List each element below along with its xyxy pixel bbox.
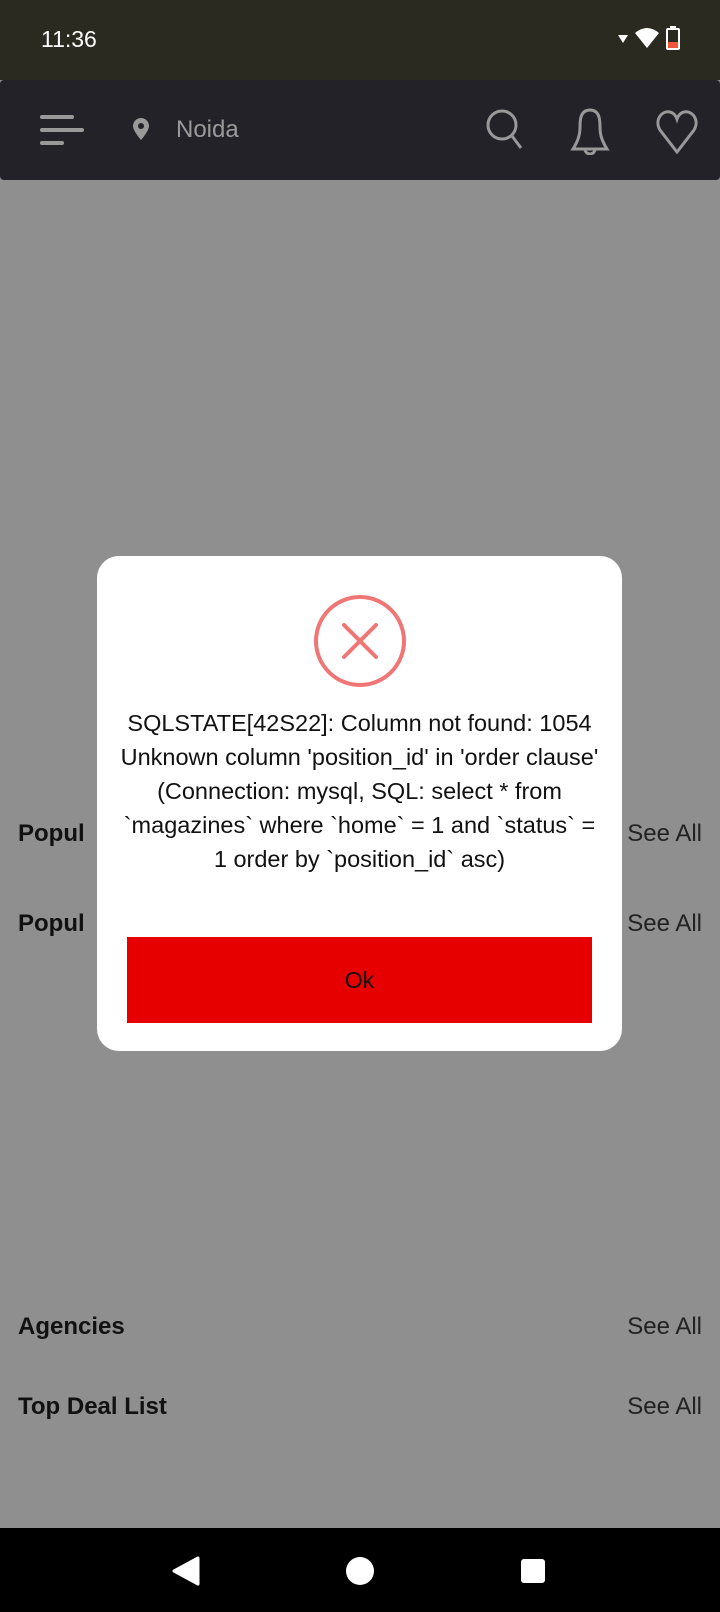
app-header: Noida [0,80,720,180]
back-icon[interactable] [172,1556,200,1586]
location-pin-icon [133,118,149,140]
error-x-icon [314,595,406,687]
see-all-link[interactable]: See All [627,1313,702,1341]
system-nav-bar [0,1528,720,1612]
section-title: Top Deal List [18,1393,167,1420]
wifi-icon [635,28,659,48]
section-title: Popul [18,910,85,937]
status-time: 11:36 [41,26,97,52]
see-all-link[interactable]: See All [627,1393,702,1421]
error-message: SQLSTATE[42S22]: Column not found: 1054 … [120,710,599,872]
location-label[interactable]: Noida [176,116,239,144]
section-title: Popul [18,820,85,847]
battery-low-icon [666,26,680,50]
bell-icon[interactable] [570,107,610,155]
section-top-deal-list: Top Deal List See All [18,1393,702,1421]
error-dialog: SQLSTATE[42S22]: Column not found: 1054 … [97,556,622,1051]
section-title: Agencies [18,1313,125,1340]
see-all-link[interactable]: See All [627,820,702,848]
search-icon[interactable] [485,108,525,152]
see-all-link[interactable]: See All [627,910,702,938]
status-bar: 11:36 [0,0,720,80]
section-agencies: Agencies See All [18,1313,702,1341]
recents-icon[interactable] [520,1558,546,1584]
heart-icon[interactable] [656,110,698,154]
home-icon[interactable] [345,1556,375,1586]
signal-icon [618,35,628,43]
ok-button[interactable]: Ok [127,937,592,1023]
menu-icon[interactable] [40,114,84,146]
